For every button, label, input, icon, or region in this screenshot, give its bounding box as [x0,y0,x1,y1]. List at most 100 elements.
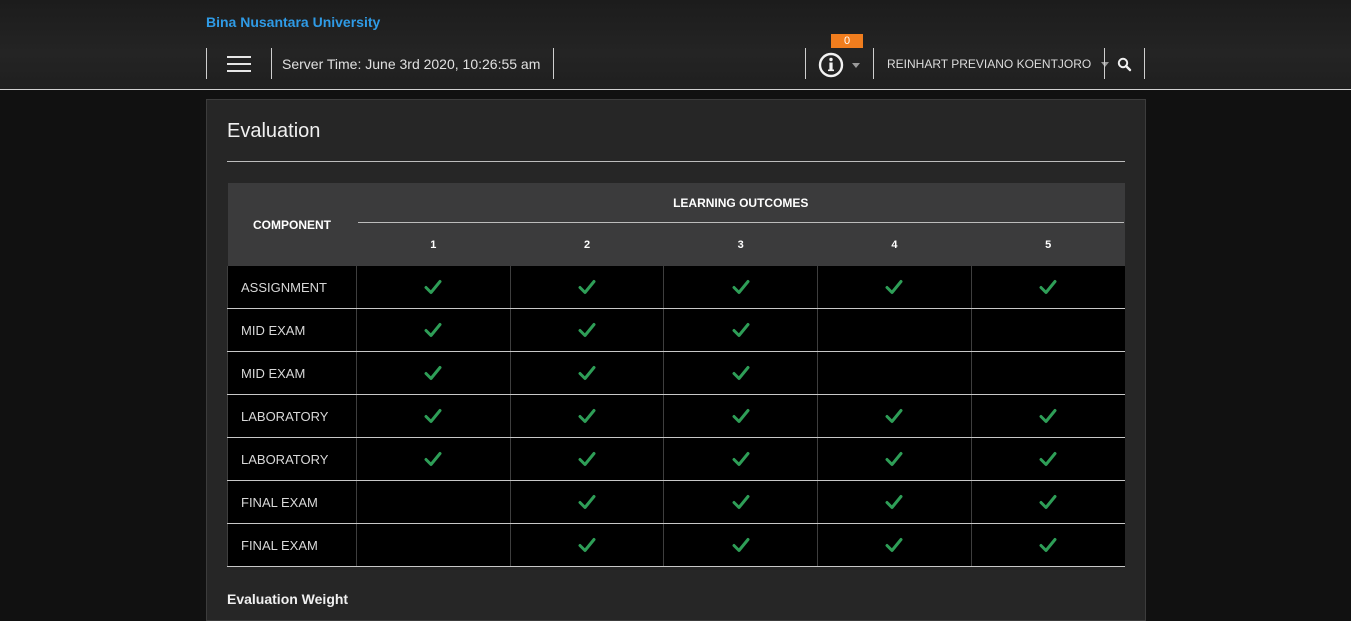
table-row: ASSIGNMENT [227,266,1125,309]
server-time: Server Time: June 3rd 2020, 10:26:55 am [282,56,541,72]
table-row: FINAL EXAM [227,480,1125,524]
component-name: MID EXAM [227,308,357,352]
component-name: LABORATORY [227,437,357,481]
component-name: MID EXAM [227,351,357,395]
checkmark-icon [732,365,750,380]
outcome-number-header: 3 [663,224,818,266]
search-button[interactable] [1115,55,1135,75]
outcome-cell [509,351,664,395]
outcome-cell [970,480,1125,524]
notification-badge: 0 [831,34,863,48]
outcome-cell [663,308,818,352]
checkmark-icon [885,537,903,552]
checkmark-icon [424,322,442,337]
component-name: FINAL EXAM [227,480,357,524]
learning-outcomes-header: LEARNING OUTCOMES [356,183,1125,224]
outcome-cell [970,351,1125,395]
checkmark-icon [732,537,750,552]
outcome-cell [509,437,664,481]
table-row: FINAL EXAM [227,523,1125,567]
checkmark-icon [885,494,903,509]
checkmark-icon [578,365,596,380]
outcome-cell [356,394,511,438]
outcome-number-header: 4 [817,224,972,266]
divider [271,48,272,79]
outcome-cell [356,351,511,395]
outcome-cell [817,437,972,481]
checkmark-icon [1039,408,1057,423]
divider [1104,48,1105,79]
table-row: MID EXAM [227,351,1125,395]
outcome-cell [356,480,511,524]
outcome-cell [356,308,511,352]
user-menu[interactable]: REINHART PREVIANO KOENTJORO [887,57,1109,71]
outcome-cell [356,266,511,309]
divider [553,48,554,79]
checkmark-icon [578,451,596,466]
component-name: FINAL EXAM [227,523,357,567]
checkmark-icon [424,365,442,380]
outcome-cell [970,394,1125,438]
checkmark-icon [1039,494,1057,509]
checkmark-icon [732,451,750,466]
outcome-cell [663,437,818,481]
outcome-cell [970,437,1125,481]
outcome-cell [509,266,664,309]
component-column-header: COMPONENT [227,183,357,266]
info-dropdown-button[interactable] [818,52,864,78]
outcome-cell [356,523,511,567]
checkmark-icon [885,279,903,294]
outcome-cell [509,523,664,567]
checkmark-icon [885,451,903,466]
divider [206,48,207,79]
outcome-cell [970,308,1125,352]
outcome-cell [817,266,972,309]
divider [1144,48,1145,79]
outcome-cell [663,351,818,395]
checkmark-icon [578,279,596,294]
checkmark-icon [578,494,596,509]
outcome-cell [817,308,972,352]
title-divider [227,161,1125,162]
outcome-cell [663,266,818,309]
checkmark-icon [732,494,750,509]
checkmark-icon [1039,279,1057,294]
outcome-cell [817,480,972,524]
outcome-number-header: 5 [971,224,1125,266]
checkmark-icon [424,279,442,294]
component-name: ASSIGNMENT [227,266,357,309]
outcome-cell [970,266,1125,309]
checkmark-icon [885,408,903,423]
checkmark-icon [424,408,442,423]
checkmark-icon [424,451,442,466]
outcome-cell [663,394,818,438]
search-icon [1117,57,1132,72]
table-row: MID EXAM [227,308,1125,352]
table-row: LABORATORY [227,437,1125,481]
hamburger-menu-icon[interactable] [214,48,264,79]
divider [873,48,874,79]
outcome-cell [817,351,972,395]
outcome-number-header: 1 [356,224,511,266]
checkmark-icon [578,322,596,337]
outcome-cell [817,394,972,438]
checkmark-icon [1039,537,1057,552]
outcome-cell [509,308,664,352]
divider [805,48,806,79]
table-row: LABORATORY [227,394,1125,438]
outcome-number-header: 2 [510,224,664,266]
top-navbar: Bina Nusantara University Server Time: J… [0,0,1351,90]
chevron-down-icon [852,63,860,68]
brand-name[interactable]: Bina Nusantara University [206,14,380,30]
outcome-cell [509,394,664,438]
page-title: Evaluation [227,120,321,142]
user-name: REINHART PREVIANO KOENTJORO [887,57,1092,71]
outcome-cell [356,437,511,481]
info-circle-icon [818,52,844,78]
component-name: LABORATORY [227,394,357,438]
checkmark-icon [578,408,596,423]
checkmark-icon [1039,451,1057,466]
outcome-cell [817,523,972,567]
checkmark-icon [732,322,750,337]
checkmark-icon [732,279,750,294]
